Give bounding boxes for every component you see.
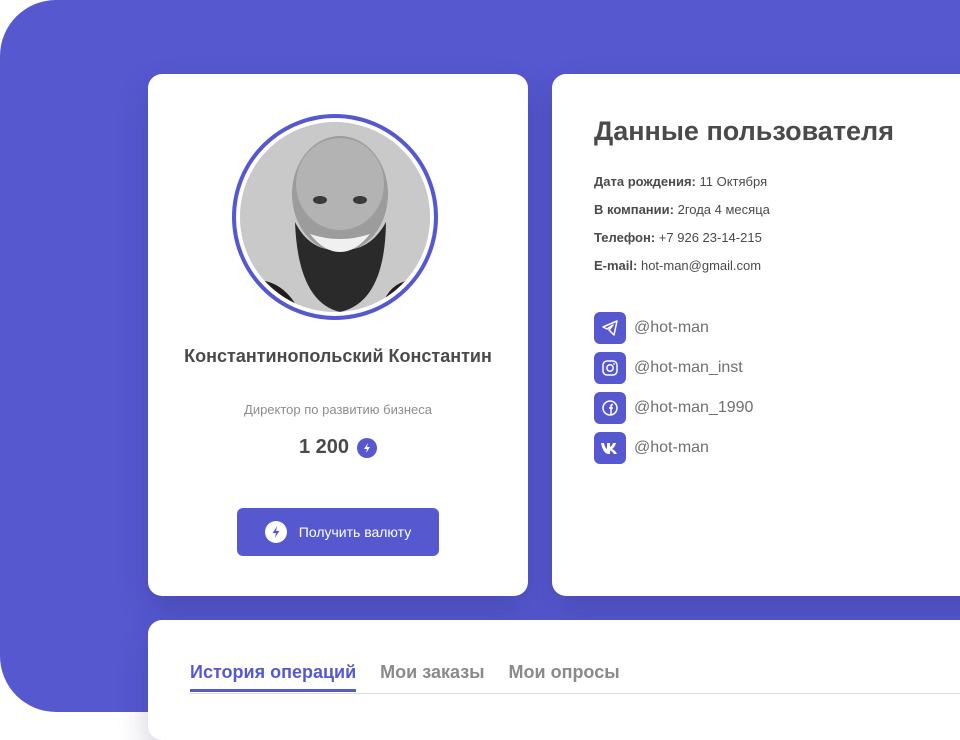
social-handle: @hot-man_1990 [634, 399, 754, 416]
field-label: E-mail: [594, 258, 638, 273]
field-phone: Телефон: +7 926 23-14-215 [594, 230, 770, 258]
info-title: Данные пользователя [594, 116, 894, 146]
social-instagram[interactable]: @hot-man_inst [594, 348, 753, 388]
field-value: +7 926 23-14-215 [658, 230, 762, 245]
social-handle: @hot-man_inst [634, 359, 743, 376]
avatar [240, 122, 430, 312]
get-currency-button[interactable]: Получить валюту [237, 508, 439, 556]
social-handle: @hot-man [634, 319, 709, 336]
user-info-card: Данные пользователя Дата рождения: 11 Ок… [552, 74, 960, 596]
profile-card: Константинопольский Константин Директор … [148, 74, 528, 596]
telegram-icon [594, 312, 626, 344]
tab-my-orders[interactable]: Мои заказы [380, 662, 484, 692]
field-birthdate: Дата рождения: 11 Октября [594, 174, 770, 202]
vk-icon [594, 432, 626, 464]
facebook-icon [594, 392, 626, 424]
field-value: 11 Октября [699, 174, 768, 189]
avatar-ring [232, 114, 438, 320]
activity-card: История операций Мои заказы Мои опросы [148, 620, 960, 740]
social-handle: @hot-man [634, 439, 709, 456]
tab-operations-history[interactable]: История операций [190, 662, 357, 692]
social-vk[interactable]: @hot-man [594, 428, 753, 468]
profile-role: Директор по развитию бизнеса [244, 402, 432, 417]
balance: 1 200 [148, 436, 528, 459]
tab-my-surveys[interactable]: Мои опросы [509, 662, 620, 692]
currency-icon [264, 521, 287, 543]
field-company-tenure: В компании: 2года 4 месяца [594, 202, 770, 230]
get-currency-label: Получить валюту [298, 524, 412, 540]
social-list: @hot-man @hot-man_inst @hot-man_1990 @ho… [594, 308, 753, 468]
profile-name: Константинопольский Константин [184, 346, 492, 366]
social-facebook[interactable]: @hot-man_1990 [594, 388, 753, 428]
balance-value: 1 200 [298, 436, 350, 458]
tabs-divider [190, 693, 960, 694]
currency-icon [357, 437, 378, 458]
field-label: Телефон: [594, 230, 656, 245]
instagram-icon [594, 352, 626, 384]
field-label: В компании: [594, 202, 674, 217]
tabs: История операций Мои заказы Мои опросы [190, 662, 620, 692]
field-email: E-mail: hot-man@gmail.com [594, 258, 770, 286]
social-telegram[interactable]: @hot-man [594, 308, 753, 348]
info-fields: Дата рождения: 11 Октября В компании: 2г… [594, 174, 770, 286]
field-label: Дата рождения: [594, 174, 696, 189]
field-value: hot-man@gmail.com [640, 258, 762, 273]
field-value: 2года 4 месяца [677, 202, 770, 217]
